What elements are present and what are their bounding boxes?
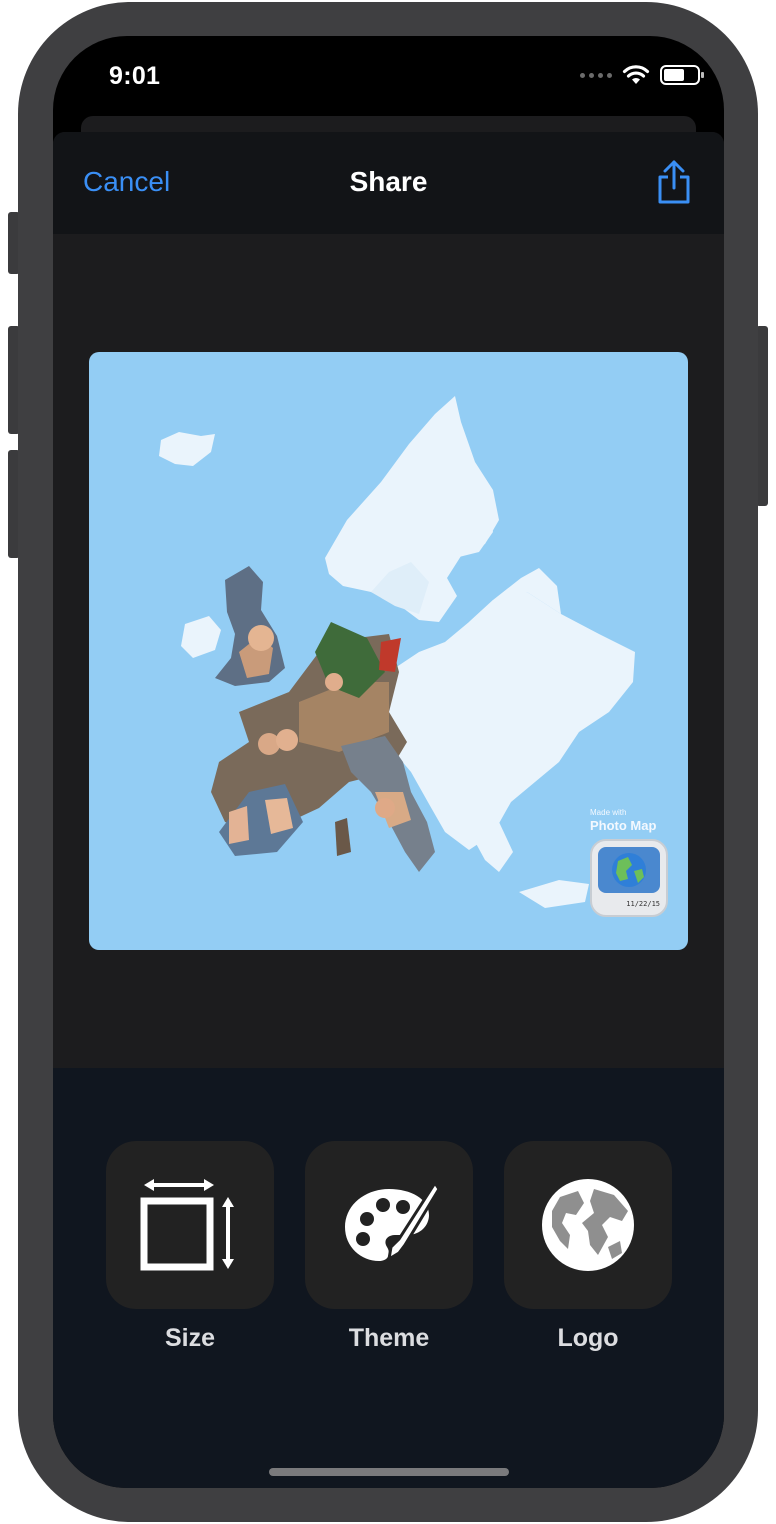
phone-screen: 9:01 Cancel Share Made with Photo Map 11… (53, 36, 724, 1488)
watermark-caption: Made with (590, 808, 627, 817)
home-indicator[interactable] (269, 1468, 509, 1476)
globe-icon (542, 1179, 634, 1271)
app-logo-date: 11/22/15 (626, 900, 660, 908)
watermark-app-name: Photo Map (590, 818, 657, 833)
share-sheet: Cancel Share Made with Photo Map 11/22/1… (53, 132, 724, 1488)
earth-icon (612, 853, 646, 887)
logo-button[interactable] (504, 1141, 672, 1309)
share-icon[interactable] (654, 158, 694, 206)
status-time: 9:01 (109, 62, 161, 90)
navigation-bar: Cancel Share (53, 132, 724, 234)
logo-label: Logo (557, 1324, 619, 1352)
notch (203, 36, 573, 90)
status-icons (580, 64, 704, 86)
size-button[interactable] (106, 1141, 274, 1309)
signal-icon (580, 72, 612, 78)
theme-label: Theme (348, 1324, 430, 1352)
theme-button[interactable] (305, 1141, 473, 1309)
wifi-icon (622, 65, 650, 84)
battery-icon (660, 65, 704, 85)
resize-icon (140, 1179, 234, 1271)
app-logo: 11/22/15 (590, 839, 668, 917)
size-label: Size (164, 1324, 216, 1352)
map-preview: Made with Photo Map 11/22/15 (89, 352, 688, 950)
page-title: Share (349, 166, 428, 197)
palette-icon (345, 1180, 439, 1262)
